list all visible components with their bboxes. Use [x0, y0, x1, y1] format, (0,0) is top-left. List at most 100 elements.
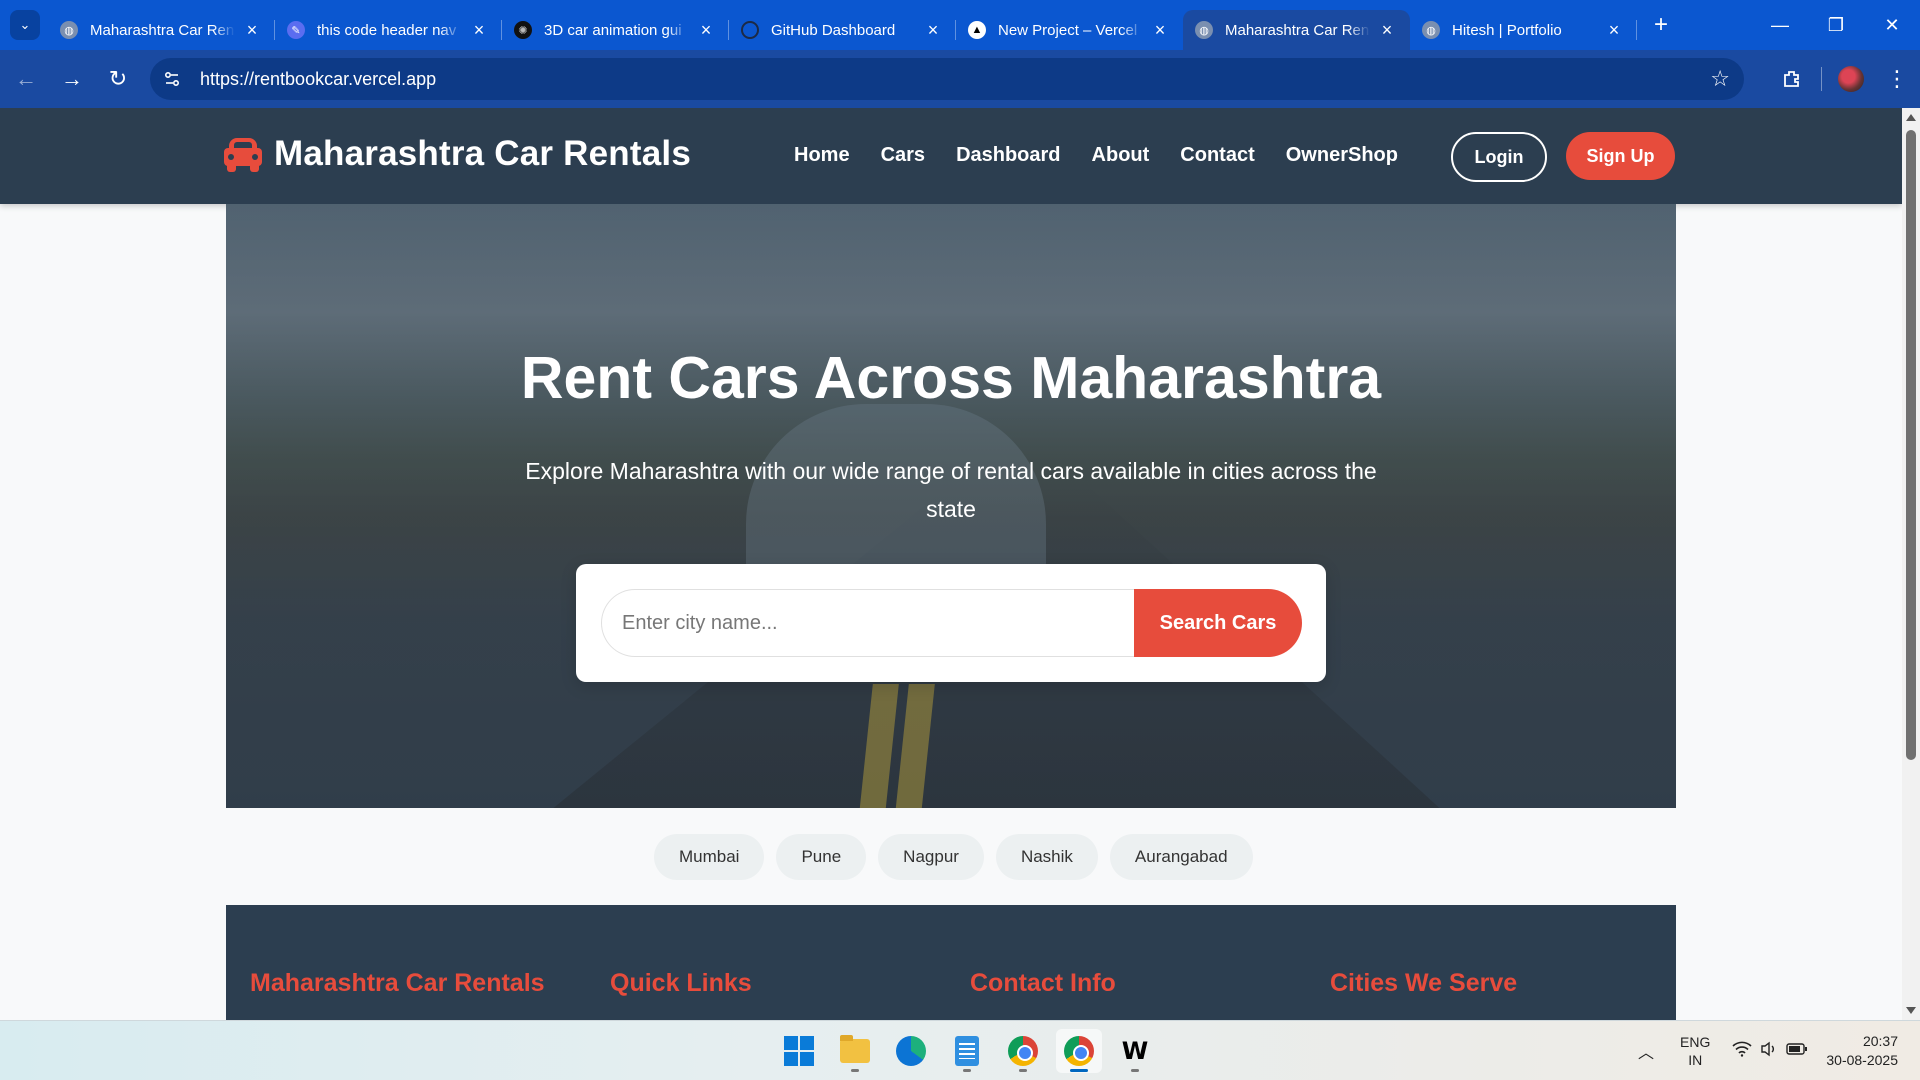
city-search-input[interactable]: [601, 589, 1141, 657]
browser-tabstrip: ⌄ ◍ Maharashtra Car Ren × ✎ this code he…: [0, 0, 1920, 50]
site-logo[interactable]: Maharashtra Car Rentals: [224, 134, 691, 174]
clock-date: 30-08-2025: [1826, 1052, 1898, 1068]
url-text[interactable]: https://rentbookcar.vercel.app: [200, 69, 436, 90]
nav-link-cars[interactable]: Cars: [881, 144, 925, 167]
language-secondary: IN: [1688, 1052, 1703, 1068]
close-icon[interactable]: ×: [1603, 19, 1625, 41]
browser-menu-icon[interactable]: ⋮: [1874, 56, 1920, 102]
chrome-profile-icon[interactable]: [1000, 1029, 1046, 1073]
toolbar-divider: [1821, 67, 1822, 91]
site-header: Maharashtra Car Rentals Home Cars Dashbo…: [0, 108, 1902, 204]
file-explorer-icon[interactable]: [832, 1029, 878, 1073]
tab-title: GitHub Dashboard: [771, 21, 896, 39]
site-info-icon[interactable]: [156, 63, 188, 95]
main-nav: Home Cars Dashboard About Contact OwnerS…: [794, 144, 1429, 167]
minimize-icon[interactable]: —: [1752, 0, 1808, 50]
footer-heading-quick-links: Quick Links: [610, 969, 752, 997]
taskbar-apps: W: [776, 1029, 1168, 1073]
restore-icon[interactable]: ❐: [1808, 0, 1864, 50]
globe-icon: ◍: [1195, 21, 1213, 39]
volume-icon[interactable]: [1760, 1041, 1778, 1062]
globe-icon: ◍: [60, 21, 78, 39]
profile-avatar[interactable]: [1828, 56, 1874, 102]
clock[interactable]: 20:37 30-08-2025: [1826, 1032, 1898, 1070]
browser-tab[interactable]: ▲ New Project – Vercel ×: [956, 10, 1183, 50]
nav-link-ownershop[interactable]: OwnerShop: [1286, 144, 1398, 167]
tab-title: Hitesh | Portfolio: [1452, 21, 1562, 39]
notepad-icon[interactable]: [944, 1029, 990, 1073]
city-chip-mumbai[interactable]: Mumbai: [654, 834, 765, 880]
close-icon[interactable]: ×: [241, 19, 263, 41]
browser-tab-active[interactable]: ◍ Maharashtra Car Ren ×: [1183, 10, 1410, 50]
browser-tab[interactable]: ◍ Hitesh | Portfolio ×: [1410, 10, 1637, 50]
signup-button[interactable]: Sign Up: [1566, 132, 1675, 180]
page-scrollbar[interactable]: [1902, 108, 1920, 1020]
nav-link-about[interactable]: About: [1092, 144, 1150, 167]
browser-tab[interactable]: ✎ this code header nav ×: [275, 10, 502, 50]
login-button[interactable]: Login: [1451, 132, 1547, 182]
nav-link-contact[interactable]: Contact: [1180, 144, 1254, 167]
car-icon: [224, 138, 262, 172]
github-icon: [741, 21, 759, 39]
windows-taskbar: W ︿ ENG IN 20:37 30-08-2025: [0, 1020, 1920, 1080]
system-tray: ︿ ENG IN 20:37 30-08-2025: [1638, 1021, 1920, 1080]
language-indicator[interactable]: ENG IN: [1680, 1033, 1710, 1069]
footer-heading-contact-info: Contact Info: [970, 969, 1116, 997]
vercel-icon: ▲: [968, 21, 986, 39]
close-window-icon[interactable]: ✕: [1864, 0, 1920, 50]
browser-tab[interactable]: GitHub Dashboard ×: [729, 10, 956, 50]
search-card: Search Cars: [576, 564, 1326, 682]
scrollbar-thumb[interactable]: [1906, 130, 1916, 760]
windows-start-icon[interactable]: [776, 1029, 822, 1073]
nav-link-dashboard[interactable]: Dashboard: [956, 144, 1060, 167]
window-controls: — ❐ ✕: [1752, 0, 1920, 50]
hero-subtitle: Explore Maharashtra with our wide range …: [525, 458, 1377, 522]
browser-tab[interactable]: ✺ 3D car animation gui ×: [502, 10, 729, 50]
close-icon[interactable]: ×: [1376, 19, 1398, 41]
city-chip-pune[interactable]: Pune: [776, 834, 867, 880]
new-tab-button[interactable]: +: [1645, 9, 1677, 41]
brand-name: Maharashtra Car Rentals: [274, 134, 691, 173]
tab-title: Maharashtra Car Ren: [90, 21, 235, 39]
ai-chat-icon: ✎: [287, 21, 305, 39]
site-footer: Maharashtra Car Rentals Quick Links Cont…: [226, 905, 1676, 1020]
page-viewport: Maharashtra Car Rentals Home Cars Dashbo…: [0, 108, 1902, 1020]
city-chip-nashik[interactable]: Nashik: [995, 834, 1098, 880]
tab-title: Maharashtra Car Ren: [1225, 21, 1370, 39]
toolbar-actions: ⋮: [1769, 50, 1920, 108]
city-chips: Mumbai Pune Nagpur Nashik Aurangabad: [654, 834, 1265, 880]
hero-title: Rent Cars Across Maharashtra: [520, 345, 1382, 411]
wifi-icon[interactable]: [1732, 1041, 1752, 1062]
forward-arrow-icon[interactable]: →: [52, 59, 92, 99]
edge-browser-icon[interactable]: [888, 1029, 934, 1073]
scroll-up-icon[interactable]: [1906, 114, 1916, 121]
close-icon[interactable]: ×: [1149, 19, 1171, 41]
hero-section: Rent Cars Across Maharashtra Explore Mah…: [226, 204, 1676, 808]
city-chip-aurangabad[interactable]: Aurangabad: [1109, 834, 1253, 880]
battery-icon[interactable]: [1786, 1042, 1808, 1061]
close-icon[interactable]: ×: [922, 19, 944, 41]
tab-title: New Project – Vercel: [998, 21, 1138, 39]
openai-icon: ✺: [514, 21, 532, 39]
footer-heading-brand: Maharashtra Car Rentals: [250, 969, 545, 997]
w-app-icon[interactable]: W: [1112, 1029, 1158, 1073]
close-icon[interactable]: ×: [468, 19, 490, 41]
globe-icon: ◍: [1422, 21, 1440, 39]
bookmark-star-icon[interactable]: ☆: [1710, 66, 1730, 92]
extensions-icon[interactable]: [1769, 56, 1815, 102]
language-primary: ENG: [1680, 1034, 1711, 1050]
nav-link-home[interactable]: Home: [794, 144, 850, 167]
clock-time: 20:37: [1862, 1033, 1898, 1049]
address-bar[interactable]: https://rentbookcar.vercel.app ☆: [150, 58, 1744, 100]
tab-search-button[interactable]: ⌄: [10, 10, 40, 40]
reload-icon[interactable]: ↻: [98, 59, 138, 99]
chrome-icon[interactable]: [1056, 1029, 1102, 1073]
close-icon[interactable]: ×: [695, 19, 717, 41]
scroll-down-icon[interactable]: [1906, 1007, 1916, 1014]
city-chip-nagpur[interactable]: Nagpur: [878, 834, 984, 880]
back-arrow-icon[interactable]: ←: [6, 59, 46, 99]
footer-heading-cities: Cities We Serve: [1330, 969, 1518, 997]
browser-tab[interactable]: ◍ Maharashtra Car Ren ×: [48, 10, 275, 50]
search-cars-button[interactable]: Search Cars: [1134, 589, 1302, 657]
show-hidden-icons-icon[interactable]: ︿: [1638, 1039, 1654, 1063]
